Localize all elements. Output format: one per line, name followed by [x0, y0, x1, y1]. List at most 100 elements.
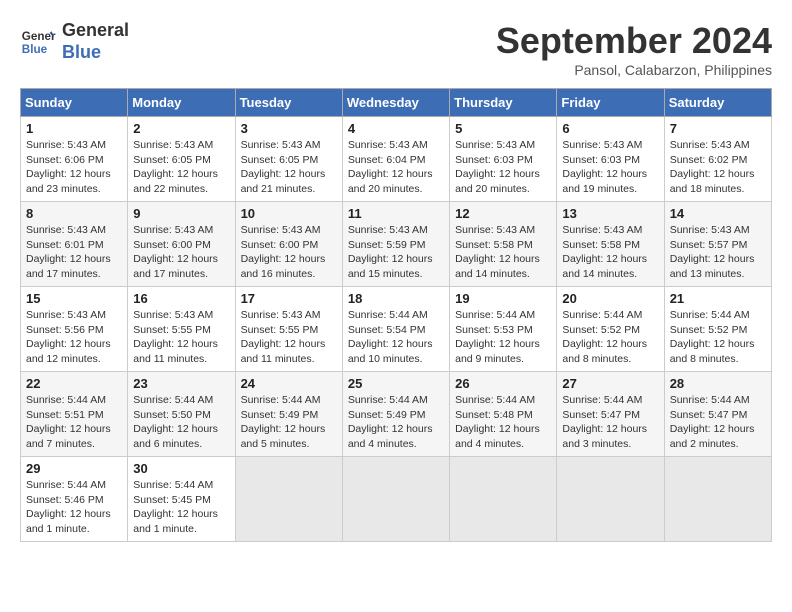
calendar-day-cell: 16 Sunrise: 5:43 AM Sunset: 5:55 PM Dayli…	[128, 287, 235, 372]
day-detail: Sunrise: 5:43 AM Sunset: 6:03 PM Dayligh…	[562, 139, 647, 195]
day-header: Tuesday	[235, 89, 342, 117]
day-detail: Sunrise: 5:43 AM Sunset: 6:02 PM Dayligh…	[670, 139, 755, 195]
page-header: General Blue General Blue September 2024…	[20, 20, 772, 78]
calendar-day-cell	[342, 457, 449, 542]
calendar-week-row: 22 Sunrise: 5:44 AM Sunset: 5:51 PM Dayli…	[21, 372, 772, 457]
calendar-day-cell: 3 Sunrise: 5:43 AM Sunset: 6:05 PM Daylig…	[235, 117, 342, 202]
calendar-day-cell	[557, 457, 664, 542]
day-detail: Sunrise: 5:44 AM Sunset: 5:45 PM Dayligh…	[133, 479, 218, 535]
day-detail: Sunrise: 5:43 AM Sunset: 6:01 PM Dayligh…	[26, 224, 111, 280]
calendar-day-cell	[450, 457, 557, 542]
day-number: 10	[241, 206, 337, 221]
day-detail: Sunrise: 5:44 AM Sunset: 5:52 PM Dayligh…	[562, 309, 647, 365]
calendar-day-cell: 24 Sunrise: 5:44 AM Sunset: 5:49 PM Dayli…	[235, 372, 342, 457]
day-number: 16	[133, 291, 229, 306]
day-detail: Sunrise: 5:43 AM Sunset: 6:05 PM Dayligh…	[133, 139, 218, 195]
day-number: 27	[562, 376, 658, 391]
calendar-week-row: 8 Sunrise: 5:43 AM Sunset: 6:01 PM Daylig…	[21, 202, 772, 287]
day-detail: Sunrise: 5:43 AM Sunset: 5:56 PM Dayligh…	[26, 309, 111, 365]
calendar-day-cell: 2 Sunrise: 5:43 AM Sunset: 6:05 PM Daylig…	[128, 117, 235, 202]
day-number: 25	[348, 376, 444, 391]
calendar-day-cell: 19 Sunrise: 5:44 AM Sunset: 5:53 PM Dayli…	[450, 287, 557, 372]
day-number: 28	[670, 376, 766, 391]
month-title: September 2024	[496, 20, 772, 62]
day-detail: Sunrise: 5:44 AM Sunset: 5:48 PM Dayligh…	[455, 394, 540, 450]
day-detail: Sunrise: 5:43 AM Sunset: 5:59 PM Dayligh…	[348, 224, 433, 280]
day-detail: Sunrise: 5:44 AM Sunset: 5:47 PM Dayligh…	[562, 394, 647, 450]
day-number: 30	[133, 461, 229, 476]
calendar-day-cell: 30 Sunrise: 5:44 AM Sunset: 5:45 PM Dayli…	[128, 457, 235, 542]
day-header: Saturday	[664, 89, 771, 117]
day-detail: Sunrise: 5:43 AM Sunset: 5:58 PM Dayligh…	[455, 224, 540, 280]
calendar-day-cell: 22 Sunrise: 5:44 AM Sunset: 5:51 PM Dayli…	[21, 372, 128, 457]
day-number: 18	[348, 291, 444, 306]
day-header: Monday	[128, 89, 235, 117]
calendar-day-cell: 14 Sunrise: 5:43 AM Sunset: 5:57 PM Dayli…	[664, 202, 771, 287]
calendar-day-cell: 11Sunrise: 5:43 AM Sunset: 5:59 PM Dayli…	[342, 202, 449, 287]
day-number: 21	[670, 291, 766, 306]
day-number: 14	[670, 206, 766, 221]
title-block: September 2024 Pansol, Calabarzon, Phili…	[496, 20, 772, 78]
day-detail: Sunrise: 5:43 AM Sunset: 6:03 PM Dayligh…	[455, 139, 540, 195]
day-detail: Sunrise: 5:43 AM Sunset: 5:57 PM Dayligh…	[670, 224, 755, 280]
day-number: 26	[455, 376, 551, 391]
day-number: 9	[133, 206, 229, 221]
day-detail: Sunrise: 5:43 AM Sunset: 5:55 PM Dayligh…	[133, 309, 218, 365]
day-number: 4	[348, 121, 444, 136]
calendar-week-row: 15 Sunrise: 5:43 AM Sunset: 5:56 PM Dayli…	[21, 287, 772, 372]
day-number: 29	[26, 461, 122, 476]
logo: General Blue General Blue	[20, 20, 129, 63]
day-number: 22	[26, 376, 122, 391]
day-number: 19	[455, 291, 551, 306]
location-subtitle: Pansol, Calabarzon, Philippines	[496, 62, 772, 78]
day-detail: Sunrise: 5:44 AM Sunset: 5:51 PM Dayligh…	[26, 394, 111, 450]
calendar-day-cell: 27 Sunrise: 5:44 AM Sunset: 5:47 PM Dayli…	[557, 372, 664, 457]
calendar-day-cell: 10Sunrise: 5:43 AM Sunset: 6:00 PM Dayli…	[235, 202, 342, 287]
calendar-day-cell: 21Sunrise: 5:44 AM Sunset: 5:52 PM Dayli…	[664, 287, 771, 372]
day-detail: Sunrise: 5:43 AM Sunset: 6:00 PM Dayligh…	[133, 224, 218, 280]
day-header: Sunday	[21, 89, 128, 117]
day-detail: Sunrise: 5:43 AM Sunset: 5:58 PM Dayligh…	[562, 224, 647, 280]
day-header: Wednesday	[342, 89, 449, 117]
day-number: 17	[241, 291, 337, 306]
calendar-week-row: 1Sunrise: 5:43 AM Sunset: 6:06 PM Daylig…	[21, 117, 772, 202]
day-detail: Sunrise: 5:44 AM Sunset: 5:49 PM Dayligh…	[348, 394, 433, 450]
calendar-week-row: 29 Sunrise: 5:44 AM Sunset: 5:46 PM Dayli…	[21, 457, 772, 542]
calendar-day-cell: 1Sunrise: 5:43 AM Sunset: 6:06 PM Daylig…	[21, 117, 128, 202]
day-detail: Sunrise: 5:44 AM Sunset: 5:46 PM Dayligh…	[26, 479, 111, 535]
day-detail: Sunrise: 5:43 AM Sunset: 5:55 PM Dayligh…	[241, 309, 326, 365]
day-header: Friday	[557, 89, 664, 117]
svg-text:Blue: Blue	[22, 42, 48, 55]
day-number: 6	[562, 121, 658, 136]
day-number: 24	[241, 376, 337, 391]
day-detail: Sunrise: 5:44 AM Sunset: 5:53 PM Dayligh…	[455, 309, 540, 365]
day-number: 5	[455, 121, 551, 136]
calendar-day-cell	[664, 457, 771, 542]
calendar-day-cell: 12 Sunrise: 5:43 AM Sunset: 5:58 PM Dayli…	[450, 202, 557, 287]
calendar-day-cell: 7Sunrise: 5:43 AM Sunset: 6:02 PM Daylig…	[664, 117, 771, 202]
day-detail: Sunrise: 5:44 AM Sunset: 5:49 PM Dayligh…	[241, 394, 326, 450]
calendar-day-cell: 17 Sunrise: 5:43 AM Sunset: 5:55 PM Dayli…	[235, 287, 342, 372]
calendar-day-cell: 26 Sunrise: 5:44 AM Sunset: 5:48 PM Dayli…	[450, 372, 557, 457]
day-detail: Sunrise: 5:43 AM Sunset: 6:05 PM Dayligh…	[241, 139, 326, 195]
day-number: 8	[26, 206, 122, 221]
day-number: 3	[241, 121, 337, 136]
day-number: 15	[26, 291, 122, 306]
calendar-day-cell: 28Sunrise: 5:44 AM Sunset: 5:47 PM Dayli…	[664, 372, 771, 457]
day-detail: Sunrise: 5:44 AM Sunset: 5:54 PM Dayligh…	[348, 309, 433, 365]
calendar-day-cell: 9 Sunrise: 5:43 AM Sunset: 6:00 PM Daylig…	[128, 202, 235, 287]
calendar-day-cell: 23Sunrise: 5:44 AM Sunset: 5:50 PM Dayli…	[128, 372, 235, 457]
calendar-day-cell: 25 Sunrise: 5:44 AM Sunset: 5:49 PM Dayli…	[342, 372, 449, 457]
logo-icon: General Blue	[20, 24, 56, 60]
day-detail: Sunrise: 5:44 AM Sunset: 5:50 PM Dayligh…	[133, 394, 218, 450]
day-number: 12	[455, 206, 551, 221]
calendar-day-cell: 4Sunrise: 5:43 AM Sunset: 6:04 PM Daylig…	[342, 117, 449, 202]
day-number: 1	[26, 121, 122, 136]
calendar-day-cell	[235, 457, 342, 542]
logo-text: General Blue	[62, 20, 129, 63]
calendar-day-cell: 5 Sunrise: 5:43 AM Sunset: 6:03 PM Daylig…	[450, 117, 557, 202]
day-number: 20	[562, 291, 658, 306]
day-number: 2	[133, 121, 229, 136]
calendar-day-cell: 20 Sunrise: 5:44 AM Sunset: 5:52 PM Dayli…	[557, 287, 664, 372]
calendar-day-cell: 15 Sunrise: 5:43 AM Sunset: 5:56 PM Dayli…	[21, 287, 128, 372]
